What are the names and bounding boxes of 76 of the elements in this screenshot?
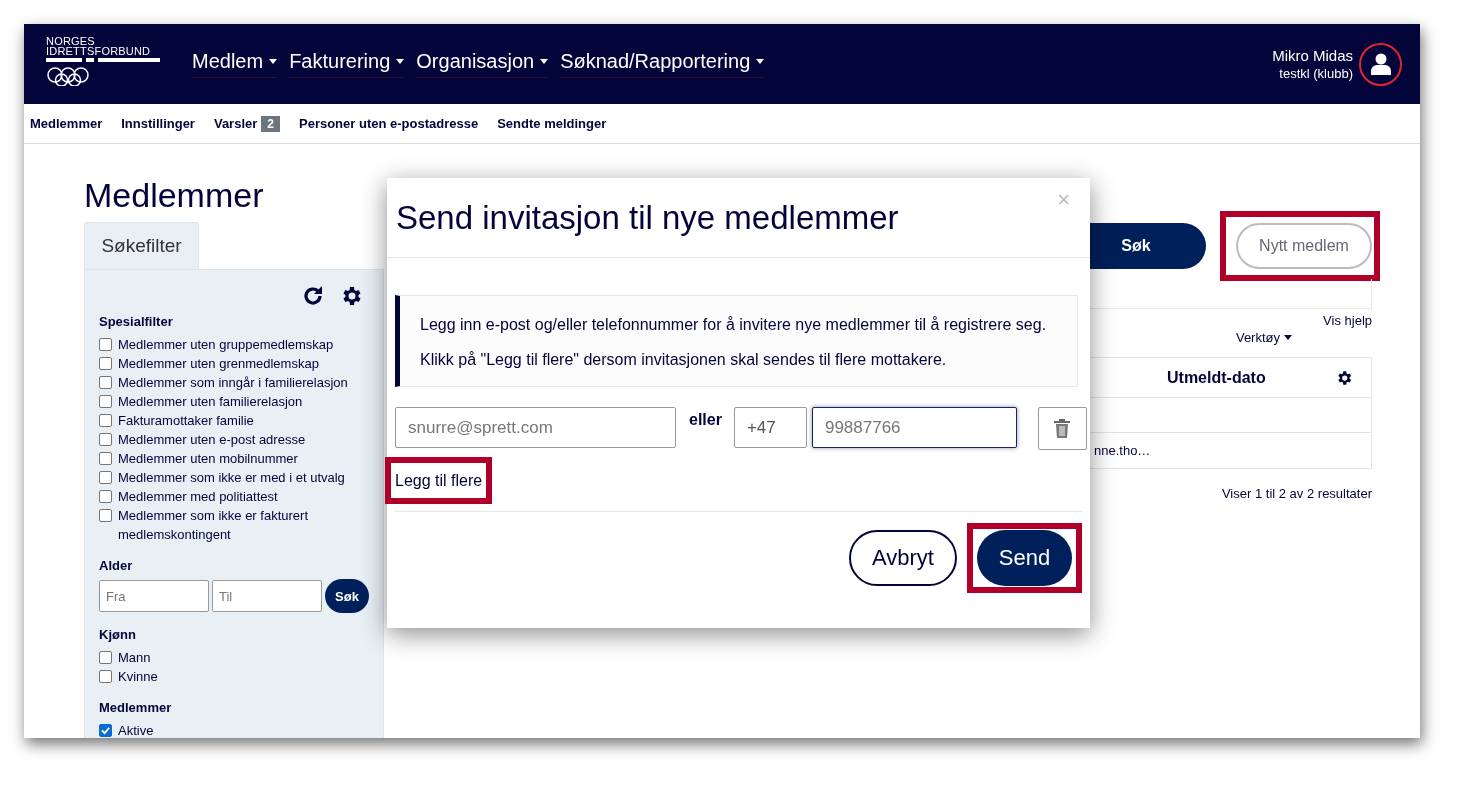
checkbox-option[interactable]: Medlemmer som inngår i familierelasjon: [99, 373, 369, 392]
count-badge: 2: [261, 115, 280, 132]
subnav-link[interactable]: Personer uten e-postadresse: [299, 116, 479, 131]
checkbox-option[interactable]: Medlemmer uten gruppemedlemskap: [99, 335, 369, 354]
checkbox-option[interactable]: Fakturamottaker familie: [99, 411, 369, 430]
result-count: Viser 1 til 2 av 2 resultater: [1221, 486, 1372, 501]
checkbox-option[interactable]: Medlemmer med politiattest: [99, 487, 369, 506]
add-more-link[interactable]: Legg til flere: [395, 463, 483, 498]
logo-text: NORGES: [46, 36, 96, 46]
checkbox-option[interactable]: Kvinne: [99, 667, 369, 686]
section-title: Spesialfilter: [99, 314, 174, 329]
checkbox[interactable]: [99, 414, 112, 427]
dialog-title: Send invitasjon til nye medlemmer: [396, 198, 899, 237]
checkbox[interactable]: [99, 509, 112, 522]
checkbox[interactable]: [99, 395, 112, 408]
checkbox-option[interactable]: Medlemmer som ikke er fakturert medlemskontingent: [99, 506, 369, 544]
new-member-button[interactable]: Nytt medlem: [1236, 223, 1372, 269]
checkbox-option[interactable]: Aktive: [99, 721, 369, 738]
refresh-icon[interactable]: [301, 284, 325, 308]
checkbox[interactable]: [99, 433, 112, 446]
tools-menu[interactable]: Verktøy: [1235, 330, 1292, 345]
trash-icon: [1054, 419, 1071, 438]
user-org: testkl (klubb): [1279, 65, 1353, 82]
search-button[interactable]: Søk: [325, 579, 369, 613]
column-header[interactable]: Utmeldt-dato: [1167, 368, 1266, 387]
subnav-link[interactable]: Sendte meldinger: [497, 116, 607, 131]
section-title: Alder: [99, 558, 134, 573]
info-text: Legg inn e-post og/eller telefonnummer for å invitere nye medlemmer til å registrere seg.: [420, 315, 1048, 335]
caret-icon: [396, 59, 405, 64]
logo-text: IDRETTSFORBUND: [46, 46, 152, 56]
cancel-button[interactable]: Avbryt: [849, 530, 957, 586]
checkbox-option[interactable]: Medlemmer uten mobilnummer: [99, 449, 369, 468]
checkbox[interactable]: [99, 651, 112, 664]
checkbox[interactable]: [99, 452, 112, 465]
checkbox-option[interactable]: Medlemmer uten grenmedlemskap: [99, 354, 369, 373]
country-code-field[interactable]: +47: [733, 407, 807, 448]
section-title: Kjønn: [99, 627, 137, 642]
checkbox-option[interactable]: Medlemmer uten e-post adresse: [99, 430, 369, 449]
page-title: Medlemmer: [84, 176, 265, 214]
caret-icon: [1284, 335, 1292, 340]
phone-field[interactable]: 99887766: [811, 407, 1017, 448]
caret-icon: [269, 59, 278, 64]
subnav-link[interactable]: Varsler: [213, 116, 258, 131]
help-link[interactable]: Vis hjelp: [1323, 313, 1372, 328]
nav-menu[interactable]: Organisasjon: [416, 50, 549, 78]
delete-button[interactable]: [1037, 407, 1087, 450]
caret-icon: [540, 59, 549, 64]
section-title: Medlemmer: [99, 700, 173, 715]
table-cell: nne.tho…: [1094, 443, 1151, 458]
to-field[interactable]: Til: [212, 580, 322, 612]
nav-menu[interactable]: Medlem: [192, 50, 278, 78]
checkbox[interactable]: [99, 376, 112, 389]
avatar[interactable]: [1359, 42, 1402, 86]
checkbox[interactable]: [99, 357, 112, 370]
checkbox[interactable]: [99, 724, 112, 737]
rings-logo-icon: [46, 56, 160, 86]
subnav-link[interactable]: Innstillinger: [121, 116, 195, 131]
checkbox-option[interactable]: Medlemmer uten familierelasjon: [99, 392, 369, 411]
nav-menu[interactable]: Søknad/Rapportering: [560, 50, 765, 78]
user-icon: [1370, 53, 1391, 75]
checkbox[interactable]: [99, 471, 112, 484]
checkbox[interactable]: [99, 338, 112, 351]
subnav-link[interactable]: Medlemmer: [30, 116, 103, 131]
checkbox-option[interactable]: Medlemmer som ikke er med i et utvalg: [99, 468, 369, 487]
separator-text: eller: [689, 411, 722, 429]
checkbox-option[interactable]: Mann: [99, 648, 369, 667]
from-field[interactable]: Fra: [99, 580, 209, 612]
info-text: Klikk på "Legg til flere" dersom invitasjonen skal sendes til flere mottakere.: [420, 350, 948, 370]
user-name: Mikro Midas: [1272, 46, 1353, 65]
filter-tab[interactable]: Søkefilter: [84, 222, 199, 269]
checkbox[interactable]: [99, 490, 112, 503]
nav-menu[interactable]: Fakturering: [289, 50, 405, 78]
caret-icon: [756, 59, 765, 64]
send-button[interactable]: Send: [977, 530, 1072, 586]
checkbox[interactable]: [99, 670, 112, 683]
email-field[interactable]: snurre@sprett.com: [395, 407, 676, 448]
